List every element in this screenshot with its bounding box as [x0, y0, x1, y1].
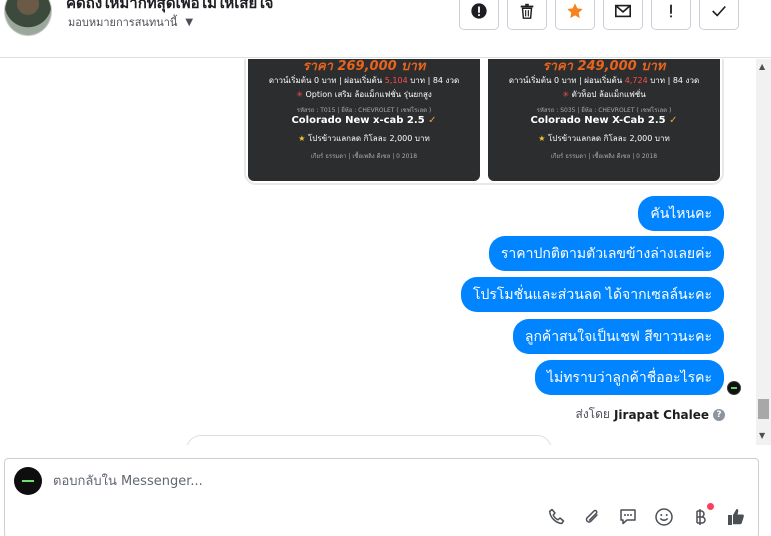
envelope-icon — [614, 4, 632, 18]
specs-line: เกียร์ ธรรมดา | เชื้อเพลิง ดีเซล | 0 201… — [310, 153, 418, 160]
composer-peek-card — [186, 435, 552, 445]
monthly-payment: 5,104 — [384, 76, 408, 85]
star-button[interactable] — [555, 0, 595, 30]
meta-line: รหัสรถ : T015 | ยี่ห้อ : CHEVROLET ( เชฟ… — [296, 107, 432, 114]
phone-icon — [548, 508, 565, 525]
sender-name[interactable]: Jirapat Chalee — [614, 408, 709, 422]
car-listing-image[interactable]: ราคา 269,000 บาท ดาวน์เริ่มต้น 0 บาท | ผ… — [244, 59, 724, 185]
monthly-payment: 4,724 — [624, 76, 648, 85]
finance-prefix: ดาวน์เริ่มต้น 0 บาท | ผ่อนเริ่มต้น — [508, 76, 623, 85]
asterisk-icon: ✳ — [562, 90, 570, 99]
verified-icon: ✓ — [428, 115, 437, 126]
thumbs-up-icon — [728, 509, 744, 525]
follow-up-button[interactable] — [651, 0, 691, 30]
finance-suffix: บาท | 84 งวด — [410, 76, 460, 85]
promo-line: ★ โปรข้าวแลกลด กิโลละ 2,000 บาท — [488, 132, 720, 145]
option-text: Option เสริม ล้อแม็กแฟชั่น รุ่นยกสูง — [305, 90, 432, 99]
baht-icon — [696, 509, 706, 525]
message-thread[interactable]: ราคา 269,000 บาท ดาวน์เริ่มต้น 0 บาท | ผ… — [0, 59, 757, 445]
promo-text: โปรข้าวแลกลด กิโลละ 2,000 บาท — [307, 134, 430, 143]
star-icon — [567, 3, 583, 19]
exclamation-octagon-icon — [471, 3, 487, 19]
done-button[interactable] — [699, 0, 739, 30]
emoji-button[interactable] — [652, 505, 676, 529]
checkmark-icon — [712, 5, 726, 17]
chat-bubble-icon — [620, 509, 636, 525]
reply-input[interactable] — [53, 471, 653, 491]
messenger-conversation: คิดถึงให้มากที่สุดเพื่อไม่ให้เสียใจ มอบห… — [0, 0, 771, 536]
contact-avatar[interactable] — [4, 0, 52, 36]
conversation-header: คิดถึงให้มากที่สุดเพื่อไม่ให้เสียใจ มอบห… — [0, 0, 771, 58]
car-title-text: Colorado New x-cab 2.5 — [291, 115, 425, 126]
finance-prefix: ดาวน์เริ่มต้น 0 บาท | ผ่อนเริ่มต้น — [268, 76, 383, 85]
finance-line: ดาวน์เริ่มต้น 0 บาท | ผ่อนเริ่มต้น 5,104… — [248, 74, 480, 87]
scroll-up-arrow-icon[interactable]: ▲ — [759, 62, 765, 71]
page-avatar — [14, 467, 42, 495]
notification-dot — [707, 503, 714, 510]
like-button[interactable] — [724, 505, 748, 529]
phone-button[interactable] — [545, 505, 569, 529]
assign-conversation-dropdown[interactable]: มอบหมายการสนทนานี้ ▼ — [68, 13, 193, 31]
delete-button[interactable] — [507, 0, 547, 30]
scroll-down-arrow-icon[interactable]: ▼ — [759, 431, 765, 440]
finance-suffix: บาท | 84 งวด — [650, 76, 700, 85]
finance-line: ดาวน์เริ่มต้น 0 บาท | ผ่อนเริ่มต้น 4,724… — [488, 74, 720, 87]
reply-composer — [4, 458, 759, 536]
caret-down-icon: ▼ — [185, 16, 194, 28]
message-bubble[interactable]: ลูกค้าสนใจเป็นเชฟ สีขาวนะคะ — [512, 319, 724, 354]
promo-line: ★ โปรข้าวแลกลด กิโลละ 2,000 บาท — [248, 132, 480, 145]
message-bubble[interactable]: ไม่ทราบว่าลูกค้าชื่ออะไรคะ — [534, 360, 724, 395]
attachment-button[interactable] — [580, 505, 604, 529]
paperclip-icon — [585, 509, 598, 523]
sent-by-label: ส่งโดย Jirapat Chalee ? — [575, 405, 725, 424]
option-line: ✳ Option เสริม ล้อแม็กแฟชั่น รุ่นยกสูง — [248, 88, 480, 101]
car-title-text: Colorado New X-Cab 2.5 — [530, 115, 666, 126]
message-bubble[interactable]: โปรโมชั่นและส่วนลด ได้จากเซลล์นะคะ — [460, 277, 724, 312]
car-card-left: ราคา 269,000 บาท ดาวน์เริ่มต้น 0 บาท | ผ… — [248, 59, 480, 181]
option-line: ✳ ตัวท็อป ล้อแม็กแฟชั่น — [488, 88, 720, 101]
saved-replies-button[interactable] — [616, 505, 640, 529]
specs-line: เกียร์ ธรรมดา | เชื้อเพลิง ดีเซล | 0 201… — [550, 153, 658, 160]
message-bubble[interactable]: ราคาปกติตามตัวเลขข้างล่างเลยค่ะ — [488, 236, 724, 271]
option-text: ตัวท็อป ล้อแม็กแฟชั่น — [571, 90, 646, 99]
exclamation-icon — [670, 4, 672, 18]
mark-unread-button[interactable] — [603, 0, 643, 30]
car-card-right: ราคา 249,000 บาท ดาวน์เริ่มต้น 0 บาท | ผ… — [488, 59, 720, 181]
car-title: Colorado New x-cab 2.5 ✓ — [248, 115, 480, 126]
scrollbar-thumb[interactable] — [758, 399, 769, 419]
trash-icon — [520, 3, 534, 19]
seen-avatar — [727, 381, 741, 395]
promo-text: โปรข้าวแลกลด กิโลละ 2,000 บาท — [547, 134, 670, 143]
asterisk-icon: ✳ — [296, 90, 303, 99]
smiley-icon — [655, 508, 673, 526]
spam-button[interactable] — [459, 0, 499, 30]
car-title: Colorado New X-Cab 2.5 ✓ — [488, 115, 720, 126]
message-bubble[interactable]: คันไหนคะ — [638, 196, 724, 231]
meta-line: รหัสรถ : S035 | ยี่ห้อ : CHEVROLET ( เชฟ… — [536, 107, 672, 114]
star-small-icon: ★ — [298, 134, 306, 143]
thread-scrollbar[interactable]: ▲ ▼ — [756, 59, 771, 445]
sent-by-prefix: ส่งโดย — [575, 407, 610, 421]
assign-label: มอบหมายการสนทนานี้ — [68, 16, 178, 29]
verified-icon: ✓ — [669, 115, 678, 126]
star-small-icon: ★ — [538, 134, 546, 143]
help-icon[interactable]: ? — [713, 408, 725, 421]
